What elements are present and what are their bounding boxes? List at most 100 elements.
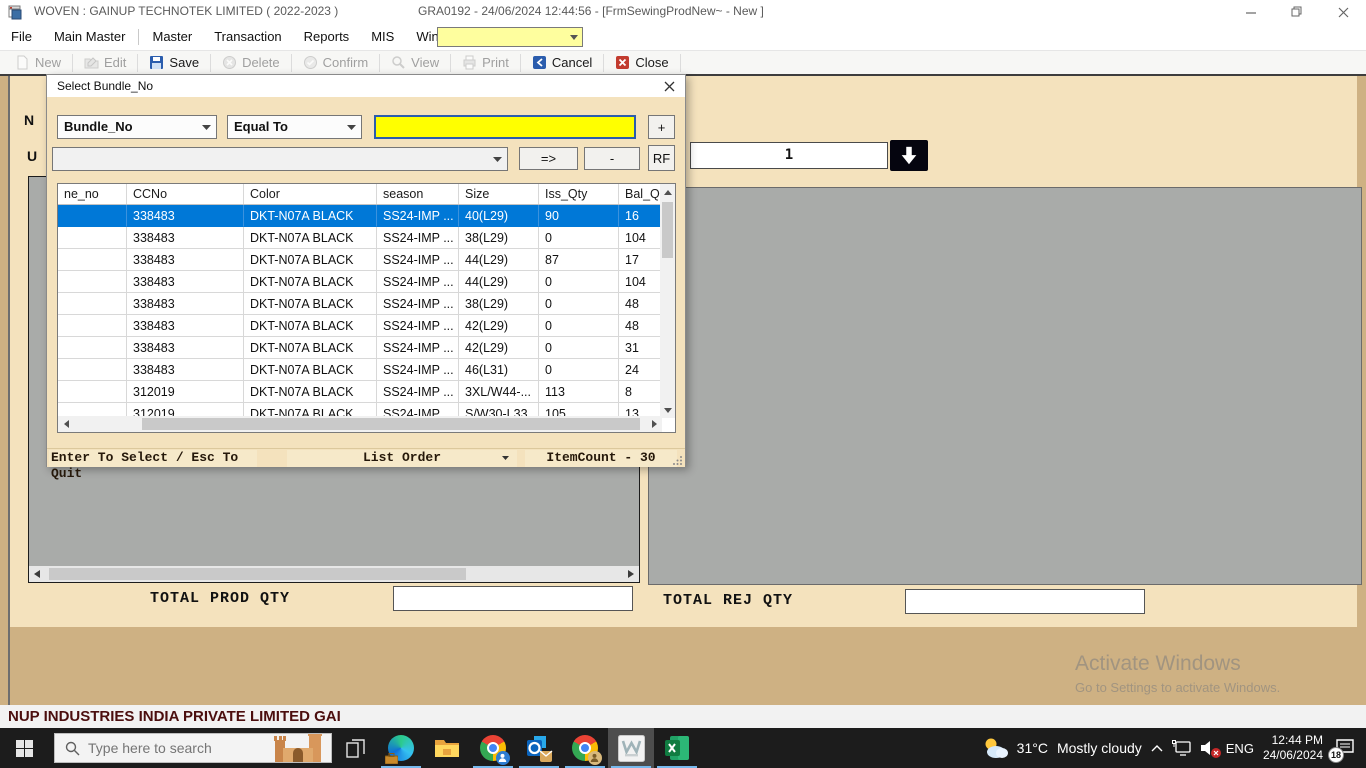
add-filter-button[interactable]: +	[648, 115, 675, 139]
column-header[interactable]: Size	[459, 184, 539, 204]
menu-file[interactable]: File	[0, 26, 43, 48]
dialog-titlebar[interactable]: Select Bundle_No	[47, 75, 685, 97]
column-header[interactable]: Bal_Q	[619, 184, 662, 204]
volume-muted-icon[interactable]	[1200, 740, 1217, 756]
search-input[interactable]	[88, 740, 248, 756]
table-row[interactable]: 312019DKT-N07A BLACKSS24-IMP ...3XL/W44-…	[58, 381, 662, 403]
save-icon	[149, 55, 164, 70]
tray-date: 24/06/2024	[1263, 748, 1323, 763]
action-center-button[interactable]: 18	[1332, 735, 1358, 761]
toolbar-separator	[603, 54, 604, 72]
list-order-combo[interactable]: List Order	[287, 450, 517, 467]
menu-mis[interactable]: MIS	[360, 26, 405, 48]
remove-filter-button[interactable]: -	[584, 147, 640, 170]
menu-master[interactable]: Master	[141, 26, 203, 48]
table-row[interactable]: 338483DKT-N07A BLACKSS24-IMP ...46(L31)0…	[58, 359, 662, 381]
toolbar-separator	[137, 54, 138, 72]
restore-button[interactable]	[1274, 0, 1320, 24]
taskbar-app-woven-active[interactable]	[608, 728, 654, 768]
delete-button[interactable]: Delete	[213, 52, 289, 74]
close-button[interactable]: Close	[606, 52, 677, 74]
cancel-button[interactable]: Cancel	[523, 52, 601, 74]
language-indicator[interactable]: ENG	[1226, 741, 1254, 756]
table-row[interactable]: 338483DKT-N07A BLACKSS24-IMP ...38(L29)0…	[58, 293, 662, 315]
taskbar-app-outlook[interactable]	[516, 728, 562, 768]
tray-clock[interactable]: 12:44 PM 24/06/2024	[1263, 733, 1323, 763]
hscroll-thumb[interactable]	[49, 568, 466, 580]
taskbar-app-edge[interactable]	[378, 728, 424, 768]
excel-icon	[664, 735, 690, 761]
menubar: File Main Master Master Transaction Repo…	[0, 24, 1366, 50]
new-button[interactable]: New	[6, 52, 70, 74]
table-row[interactable]: 338483DKT-N07A BLACKSS24-IMP ...44(L29)0…	[58, 271, 662, 293]
apply-filter-button[interactable]: =>	[519, 147, 578, 170]
view-button[interactable]: View	[382, 52, 448, 74]
search-highlight-landmark-icon[interactable]	[269, 733, 331, 762]
print-button[interactable]: Print	[453, 52, 518, 74]
dialog-close-button[interactable]	[661, 78, 678, 95]
woven-app-icon	[618, 735, 645, 762]
field-select-combo[interactable]: Bundle_No	[57, 115, 217, 139]
refresh-button[interactable]: RF	[648, 145, 675, 171]
move-down-button[interactable]	[890, 140, 928, 171]
column-header[interactable]: Color	[244, 184, 377, 204]
taskbar-app-chrome-2[interactable]	[562, 728, 608, 768]
close-window-button[interactable]	[1320, 0, 1366, 24]
chevron-down-icon	[493, 157, 502, 162]
task-view-button[interactable]	[332, 728, 378, 768]
tray-weather-text[interactable]: Mostly cloudy	[1057, 740, 1142, 756]
grid-hscrollbar[interactable]	[58, 416, 662, 432]
total-prod-qty-label: TOTAL PROD QTY	[150, 590, 290, 607]
record-number-field[interactable]: 1	[690, 142, 888, 169]
table-row[interactable]: 338483DKT-N07A BLACKSS24-IMP ...44(L29)8…	[58, 249, 662, 271]
taskbar-app-file-explorer[interactable]	[424, 728, 470, 768]
column-header[interactable]: CCNo	[127, 184, 244, 204]
table-row[interactable]: 338483DKT-N07A BLACKSS24-IMP ...38(L29)0…	[58, 227, 662, 249]
scroll-left-icon[interactable]	[58, 416, 74, 432]
start-button[interactable]	[0, 728, 48, 768]
edge-icon	[388, 735, 415, 762]
detail-panel-hscrollbar[interactable]	[29, 566, 639, 582]
vscroll-thumb[interactable]	[662, 202, 673, 258]
grid-vscrollbar[interactable]	[660, 184, 675, 418]
scroll-right-icon[interactable]	[646, 416, 662, 432]
filter-expression-combo[interactable]	[52, 147, 508, 171]
taskbar-search[interactable]	[54, 733, 332, 763]
scroll-up-icon[interactable]	[660, 184, 676, 200]
table-row[interactable]: 338483DKT-N07A BLACKSS24-IMP ...42(L29)0…	[58, 337, 662, 359]
column-header[interactable]: season	[377, 184, 459, 204]
confirm-button[interactable]: Confirm	[294, 52, 378, 74]
menu-main-master[interactable]: Main Master	[43, 26, 137, 48]
taskbar-app-chrome-1[interactable]	[470, 728, 516, 768]
save-button[interactable]: Save	[140, 52, 208, 74]
column-header[interactable]: Iss_Qty	[539, 184, 619, 204]
close-icon	[664, 81, 675, 92]
scroll-down-icon[interactable]	[660, 402, 676, 418]
resize-grip[interactable]	[673, 455, 683, 465]
taskbar-app-excel[interactable]	[654, 728, 700, 768]
outlook-icon	[526, 735, 553, 762]
menu-reports[interactable]: Reports	[293, 26, 361, 48]
table-row[interactable]: 338483DKT-N07A BLACKSS24-IMP ...42(L29)0…	[58, 315, 662, 337]
menu-transaction[interactable]: Transaction	[203, 26, 292, 48]
scroll-right-icon[interactable]	[623, 566, 639, 582]
edit-icon	[84, 55, 99, 70]
company-name: NUP INDUSTRIES INDIA PRIVATE LIMITED GAI	[8, 708, 341, 725]
scroll-left-icon[interactable]	[29, 566, 45, 582]
total-prod-qty-field[interactable]	[393, 586, 633, 611]
tray-temperature[interactable]: 31°C	[1017, 740, 1048, 756]
filter-value-input[interactable]	[374, 115, 636, 139]
toolbar-separator	[450, 54, 451, 72]
edit-button[interactable]: Edit	[75, 52, 135, 74]
column-header[interactable]: ne_no	[58, 184, 127, 204]
toolbar-separator	[680, 54, 681, 72]
hscroll-thumb[interactable]	[142, 418, 640, 430]
weather-icon[interactable]	[982, 736, 1008, 760]
total-rej-qty-field[interactable]	[905, 589, 1145, 614]
tray-expand-chevron-icon[interactable]	[1151, 744, 1163, 752]
menu-quick-search-combo[interactable]	[437, 27, 583, 47]
network-icon[interactable]	[1172, 740, 1191, 756]
operator-select-combo[interactable]: Equal To	[227, 115, 362, 139]
table-row[interactable]: 338483DKT-N07A BLACKSS24-IMP ...40(L29)9…	[58, 205, 662, 227]
minimize-button[interactable]	[1228, 0, 1274, 24]
